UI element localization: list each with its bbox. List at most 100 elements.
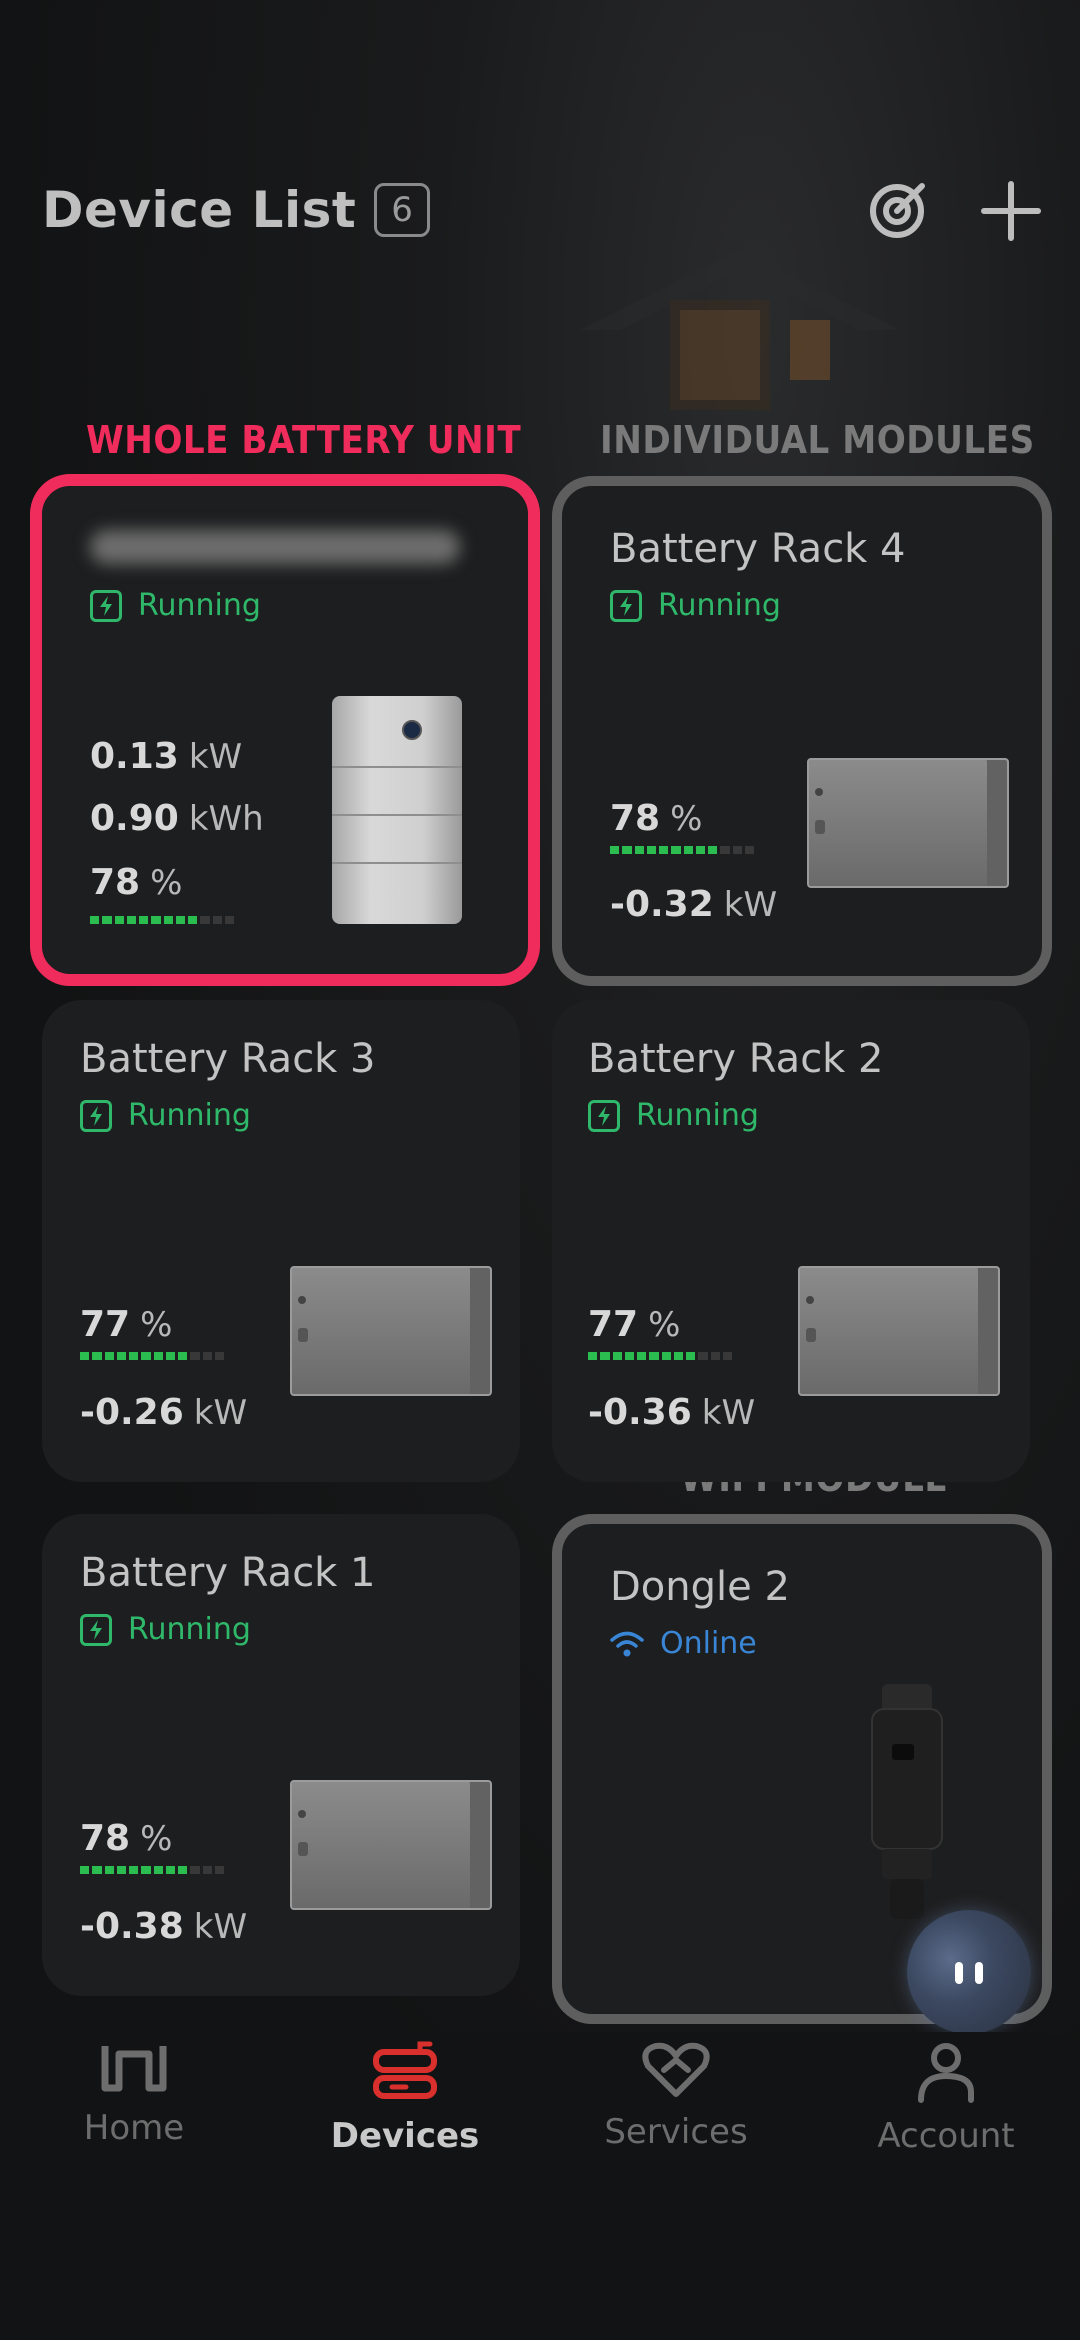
- soc-value: 77%: [588, 1304, 680, 1345]
- soc-bar-segment: [214, 1866, 224, 1874]
- status-text: Running: [128, 1612, 251, 1647]
- device-name: Battery Rack 2: [588, 1036, 884, 1082]
- soc-unit: %: [670, 799, 703, 839]
- soc-value: 77%: [80, 1304, 172, 1345]
- plus-icon[interactable]: [976, 176, 1046, 246]
- soc-bar-segment: [153, 1352, 163, 1360]
- power-value: -0.38 kW: [80, 1906, 247, 1947]
- bolt-icon: [610, 589, 642, 622]
- soc-bar-segment: [175, 916, 185, 924]
- soc-bar-segment: [671, 846, 681, 854]
- page-header: Device List 6: [42, 170, 430, 250]
- soc-bar-segment: [695, 846, 705, 854]
- device-card-battery-rack-4[interactable]: Battery Rack 4 Running 78% -0.32 kW: [552, 476, 1052, 986]
- soc-bar-segment: [126, 916, 136, 924]
- soc-unit: %: [140, 1305, 173, 1345]
- soc-bar-segment: [683, 846, 693, 854]
- soc-unit: %: [140, 1819, 173, 1859]
- soc-bar-segment: [720, 846, 730, 854]
- status-running: Running: [610, 588, 781, 623]
- devices-icon: [373, 2041, 437, 2099]
- soc-number: 77: [80, 1304, 131, 1345]
- soc-bar-segment: [80, 1352, 90, 1360]
- soc-value: 78%: [80, 1818, 172, 1859]
- device-name: Dongle 2: [610, 1564, 790, 1610]
- bolt-icon: [588, 1099, 620, 1132]
- power-unit: kW: [723, 885, 778, 925]
- soc-bar-segment: [622, 846, 632, 854]
- tab-label: Devices: [330, 2116, 480, 2156]
- soc-bar-segment: [224, 916, 234, 924]
- power-number: -0.36: [588, 1392, 692, 1433]
- tab-label: Account: [877, 2116, 1015, 2156]
- soc-bar-segment: [165, 1866, 175, 1874]
- status-text: Online: [660, 1626, 757, 1661]
- status-running: Running: [80, 1098, 251, 1133]
- soc-bar-segment: [102, 916, 112, 924]
- soc-bar-segment: [732, 846, 742, 854]
- account-icon: [918, 2043, 974, 2103]
- tab-devices[interactable]: Devices: [305, 2040, 505, 2180]
- tab-services[interactable]: Services: [576, 2040, 776, 2180]
- soc-bar-segment: [673, 1352, 683, 1360]
- status-running: Running: [80, 1612, 251, 1647]
- tab-home[interactable]: Home: [34, 2040, 234, 2180]
- soc-bar: [80, 1866, 224, 1874]
- soc-bar-segment: [153, 1866, 163, 1874]
- soc-bar-segment: [141, 1866, 151, 1874]
- soc-bar-segment: [165, 1352, 175, 1360]
- device-count-badge: 6: [374, 183, 430, 237]
- soc-bar-segment: [104, 1352, 114, 1360]
- soc-bar-segment: [178, 1866, 188, 1874]
- device-card-battery-rack-2[interactable]: Battery Rack 2 Running 77% -0.36 kW: [552, 1000, 1030, 1482]
- soc-bar-segment: [649, 1352, 659, 1360]
- soc-bar-segment: [686, 1352, 696, 1360]
- status-running: Running: [90, 588, 261, 623]
- soc-bar-segment: [200, 916, 210, 924]
- device-card-battery-rack-3[interactable]: Battery Rack 3 Running 77% -0.26 kW: [42, 1000, 520, 1482]
- soc-bar-segment: [588, 1352, 598, 1360]
- soc-bar-segment: [661, 1352, 671, 1360]
- power-value: -0.32 kW: [610, 884, 777, 925]
- soc-bar-segment: [202, 1866, 212, 1874]
- soc-bar-segment: [129, 1866, 139, 1874]
- soc-bar-segment: [116, 1352, 126, 1360]
- soc-bar-segment: [624, 1352, 634, 1360]
- home-logo-icon: [101, 2046, 167, 2092]
- soc-bar-segment: [722, 1352, 732, 1360]
- battery-module-image: [290, 1780, 492, 1910]
- soc-bar-segment: [634, 846, 644, 854]
- bolt-icon: [80, 1613, 112, 1646]
- soc-unit: %: [648, 1305, 681, 1345]
- device-card-battery-rack-1[interactable]: Battery Rack 1 Running 78% -0.38 kW: [42, 1514, 520, 1996]
- label-individual-modules: INDIVIDUAL MODULES: [600, 418, 1035, 462]
- soc-bar-segment: [114, 916, 124, 924]
- soc-bar-segment: [92, 1352, 102, 1360]
- scan-target-icon[interactable]: [862, 176, 932, 246]
- battery-tower-image: [332, 696, 462, 924]
- soc-bar-segment: [129, 1352, 139, 1360]
- soc-bar: [80, 1352, 224, 1360]
- soc-bar: [90, 916, 234, 924]
- soc-bar-segment: [141, 1352, 151, 1360]
- soc-bar-segment: [163, 916, 173, 924]
- soc-bar-segment: [190, 1352, 200, 1360]
- soc-unit: %: [150, 863, 183, 903]
- soc-bar-segment: [178, 1352, 188, 1360]
- soc-bar-segment: [214, 1352, 224, 1360]
- soc-bar-segment: [710, 1352, 720, 1360]
- energy-unit: kWh: [188, 799, 264, 839]
- tab-account[interactable]: Account: [846, 2040, 1046, 2180]
- assistant-bubble-button[interactable]: [907, 1910, 1031, 2034]
- soc-bar-segment: [151, 916, 161, 924]
- bolt-icon: [90, 589, 122, 622]
- soc-bar-segment: [212, 916, 222, 924]
- tab-label: Home: [83, 2108, 185, 2148]
- power-value: -0.36 kW: [588, 1392, 755, 1433]
- device-card-battery-unit[interactable]: Running 0.13 kW 0.90 kWh 78%: [30, 474, 540, 986]
- label-whole-battery-unit: WHOLE BATTERY UNIT: [86, 418, 522, 462]
- soc-bar-segment: [92, 1866, 102, 1874]
- soc-number: 78: [80, 1818, 131, 1859]
- soc-bar-segment: [646, 846, 656, 854]
- device-name: Battery Rack 4: [610, 526, 906, 572]
